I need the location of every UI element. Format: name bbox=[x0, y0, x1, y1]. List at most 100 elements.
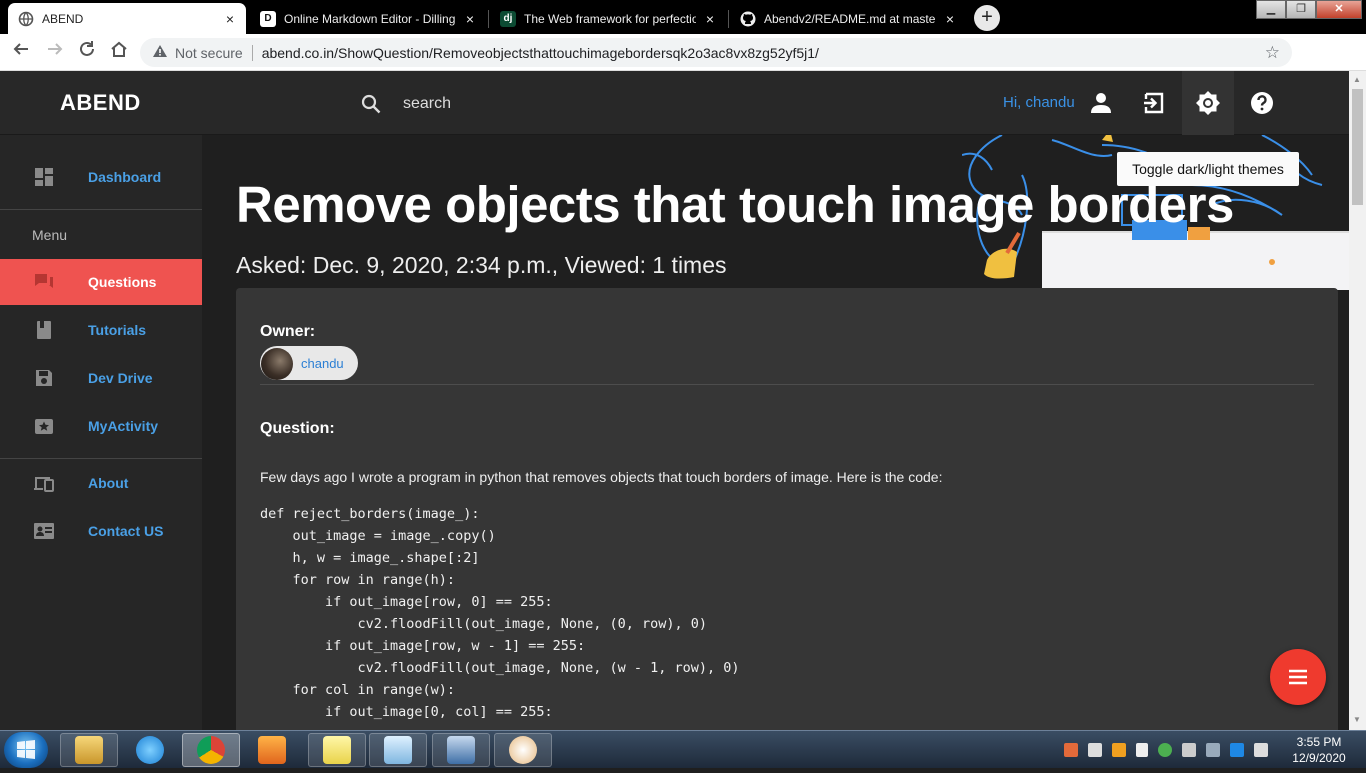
reload-icon bbox=[80, 41, 94, 56]
taskbar-chrome[interactable] bbox=[182, 733, 240, 767]
explorer-icon bbox=[75, 736, 103, 764]
device-icon[interactable] bbox=[1182, 743, 1196, 757]
browser-tab-dillinger[interactable]: D Online Markdown Editor - Dilling × bbox=[250, 3, 486, 34]
taskbar-network[interactable] bbox=[432, 733, 490, 767]
book-icon bbox=[37, 321, 51, 339]
action-center-flag-icon[interactable] bbox=[1088, 743, 1102, 757]
sidebar-divider bbox=[0, 458, 202, 459]
taskbar-internet-explorer[interactable] bbox=[121, 733, 179, 767]
user-greeting[interactable]: Hi, chandu bbox=[1003, 94, 1075, 111]
browser-tab-github[interactable]: Abendv2/README.md at master × bbox=[730, 3, 966, 34]
teamviewer-icon[interactable] bbox=[1230, 743, 1244, 757]
sidebar-item-label: Dev Drive bbox=[88, 370, 153, 386]
clock-time: 3:55 PM bbox=[1296, 735, 1342, 749]
tab-close-icon[interactable]: × bbox=[462, 11, 478, 27]
forward-button[interactable] bbox=[42, 40, 68, 64]
tray-warning-icon[interactable] bbox=[1112, 743, 1126, 757]
bookmark-star-icon[interactable]: ☆ bbox=[1265, 43, 1280, 63]
sidebar-item-tutorials[interactable]: Tutorials bbox=[0, 307, 202, 353]
star-box-icon bbox=[35, 419, 53, 434]
network-tray-icon[interactable] bbox=[1206, 743, 1220, 757]
dillinger-icon: D bbox=[260, 10, 276, 27]
forward-arrow-icon bbox=[48, 43, 63, 55]
volume-icon[interactable] bbox=[1254, 743, 1268, 757]
sticky-notes-icon bbox=[323, 736, 351, 764]
taskbar-notepad[interactable] bbox=[369, 733, 427, 767]
sidebar: Dashboard Menu Questions Tutorials Dev D… bbox=[0, 135, 202, 730]
code-block: def reject_borders(image_): out_image = … bbox=[260, 506, 740, 720]
taskbar-sticky-notes[interactable] bbox=[308, 733, 366, 767]
utorrent-icon[interactable] bbox=[1158, 743, 1172, 757]
notepad-icon bbox=[384, 736, 412, 764]
tab-close-icon[interactable]: × bbox=[702, 11, 718, 27]
contact-card-icon bbox=[34, 523, 54, 539]
help-icon[interactable] bbox=[1249, 90, 1275, 116]
start-button[interactable] bbox=[4, 732, 48, 768]
taskbar-paint[interactable] bbox=[494, 733, 552, 767]
brand-logo[interactable]: ABEND bbox=[60, 90, 141, 116]
internet-explorer-icon bbox=[136, 736, 164, 764]
home-button[interactable] bbox=[106, 40, 132, 64]
theme-tooltip: Toggle dark/light themes bbox=[1117, 152, 1299, 186]
question-meta: Asked: Dec. 9, 2020, 2:34 p.m., Viewed: … bbox=[236, 252, 727, 278]
clock-date: 12/9/2020 bbox=[1292, 751, 1346, 765]
browser-tab-abend[interactable]: ABEND × bbox=[8, 3, 246, 34]
sidebar-item-dashboard[interactable]: Dashboard bbox=[0, 154, 202, 200]
avatar bbox=[261, 347, 293, 380]
url-text[interactable]: abend.co.in/ShowQuestion/Removeobjectsth… bbox=[262, 45, 819, 61]
page-title: Remove objects that touch image borders bbox=[236, 176, 1234, 233]
user-account-icon[interactable] bbox=[1088, 90, 1114, 116]
window-controls: ▁ ❐ ✕ bbox=[1256, 0, 1362, 20]
scroll-down-icon[interactable]: ▼ bbox=[1353, 715, 1361, 724]
sidebar-item-myactivity[interactable]: MyActivity bbox=[0, 403, 202, 449]
sidebar-item-about[interactable]: About bbox=[0, 460, 202, 506]
system-clock[interactable]: 3:55 PM 12/9/2020 bbox=[1284, 734, 1354, 766]
security-label[interactable]: Not secure bbox=[175, 45, 243, 61]
back-arrow-icon bbox=[13, 43, 28, 55]
address-bar[interactable]: Not secure abend.co.in/ShowQuestion/Remo… bbox=[140, 38, 1292, 67]
tray-app-icon[interactable] bbox=[1064, 743, 1078, 757]
sidebar-item-label: Questions bbox=[88, 274, 157, 290]
taskbar-media-player[interactable] bbox=[243, 733, 301, 767]
scroll-up-icon[interactable]: ▲ bbox=[1353, 75, 1361, 84]
close-window-button[interactable]: ✕ bbox=[1316, 0, 1362, 19]
reload-button[interactable] bbox=[74, 40, 100, 64]
search-icon[interactable] bbox=[360, 93, 382, 115]
sidebar-item-label: MyActivity bbox=[88, 418, 159, 434]
tab-close-icon[interactable]: × bbox=[222, 11, 238, 27]
sidebar-item-contact-us[interactable]: Contact US bbox=[0, 508, 202, 554]
main-content: Remove objects that touch image borders … bbox=[202, 135, 1349, 730]
browser-tab-strip: ABEND × D Online Markdown Editor - Dilli… bbox=[0, 0, 1366, 34]
network-icon bbox=[447, 736, 475, 764]
signal-bars-icon[interactable] bbox=[1136, 743, 1148, 757]
logout-icon[interactable] bbox=[1141, 90, 1167, 116]
new-tab-button[interactable]: + bbox=[974, 5, 1000, 31]
owner-chip[interactable]: chandu bbox=[260, 346, 358, 380]
system-tray bbox=[1064, 737, 1278, 763]
sidebar-item-label: Tutorials bbox=[88, 322, 147, 338]
tab-close-icon[interactable]: × bbox=[942, 11, 958, 27]
restore-button[interactable]: ❐ bbox=[1286, 0, 1316, 19]
sidebar-item-questions[interactable]: Questions bbox=[0, 259, 202, 305]
address-divider bbox=[251, 44, 253, 61]
scrollbar-thumb[interactable] bbox=[1352, 89, 1363, 205]
sidebar-item-label: About bbox=[88, 475, 129, 491]
fab-menu-button[interactable] bbox=[1270, 649, 1326, 705]
globe-icon bbox=[18, 11, 34, 27]
question-label: Question: bbox=[260, 420, 335, 437]
windows-logo-icon bbox=[17, 740, 35, 759]
taskbar-explorer[interactable] bbox=[60, 733, 118, 767]
question-card: Owner: chandu Question: Few days ago I w… bbox=[236, 288, 1338, 730]
page-scrollbar[interactable]: ▲ ▼ bbox=[1349, 71, 1366, 730]
media-player-icon bbox=[258, 736, 286, 764]
search-input[interactable]: search bbox=[403, 95, 451, 113]
sidebar-divider bbox=[0, 209, 202, 210]
dashboard-icon bbox=[35, 168, 53, 186]
browser-tab-django[interactable]: dj The Web framework for perfectio × bbox=[490, 3, 726, 34]
back-button[interactable] bbox=[8, 40, 34, 64]
sidebar-item-label: Contact US bbox=[88, 523, 164, 539]
minimize-button[interactable]: ▁ bbox=[1256, 0, 1286, 19]
chrome-icon bbox=[197, 736, 225, 764]
theme-toggle-button[interactable] bbox=[1182, 71, 1234, 135]
sidebar-item-dev-drive[interactable]: Dev Drive bbox=[0, 355, 202, 401]
